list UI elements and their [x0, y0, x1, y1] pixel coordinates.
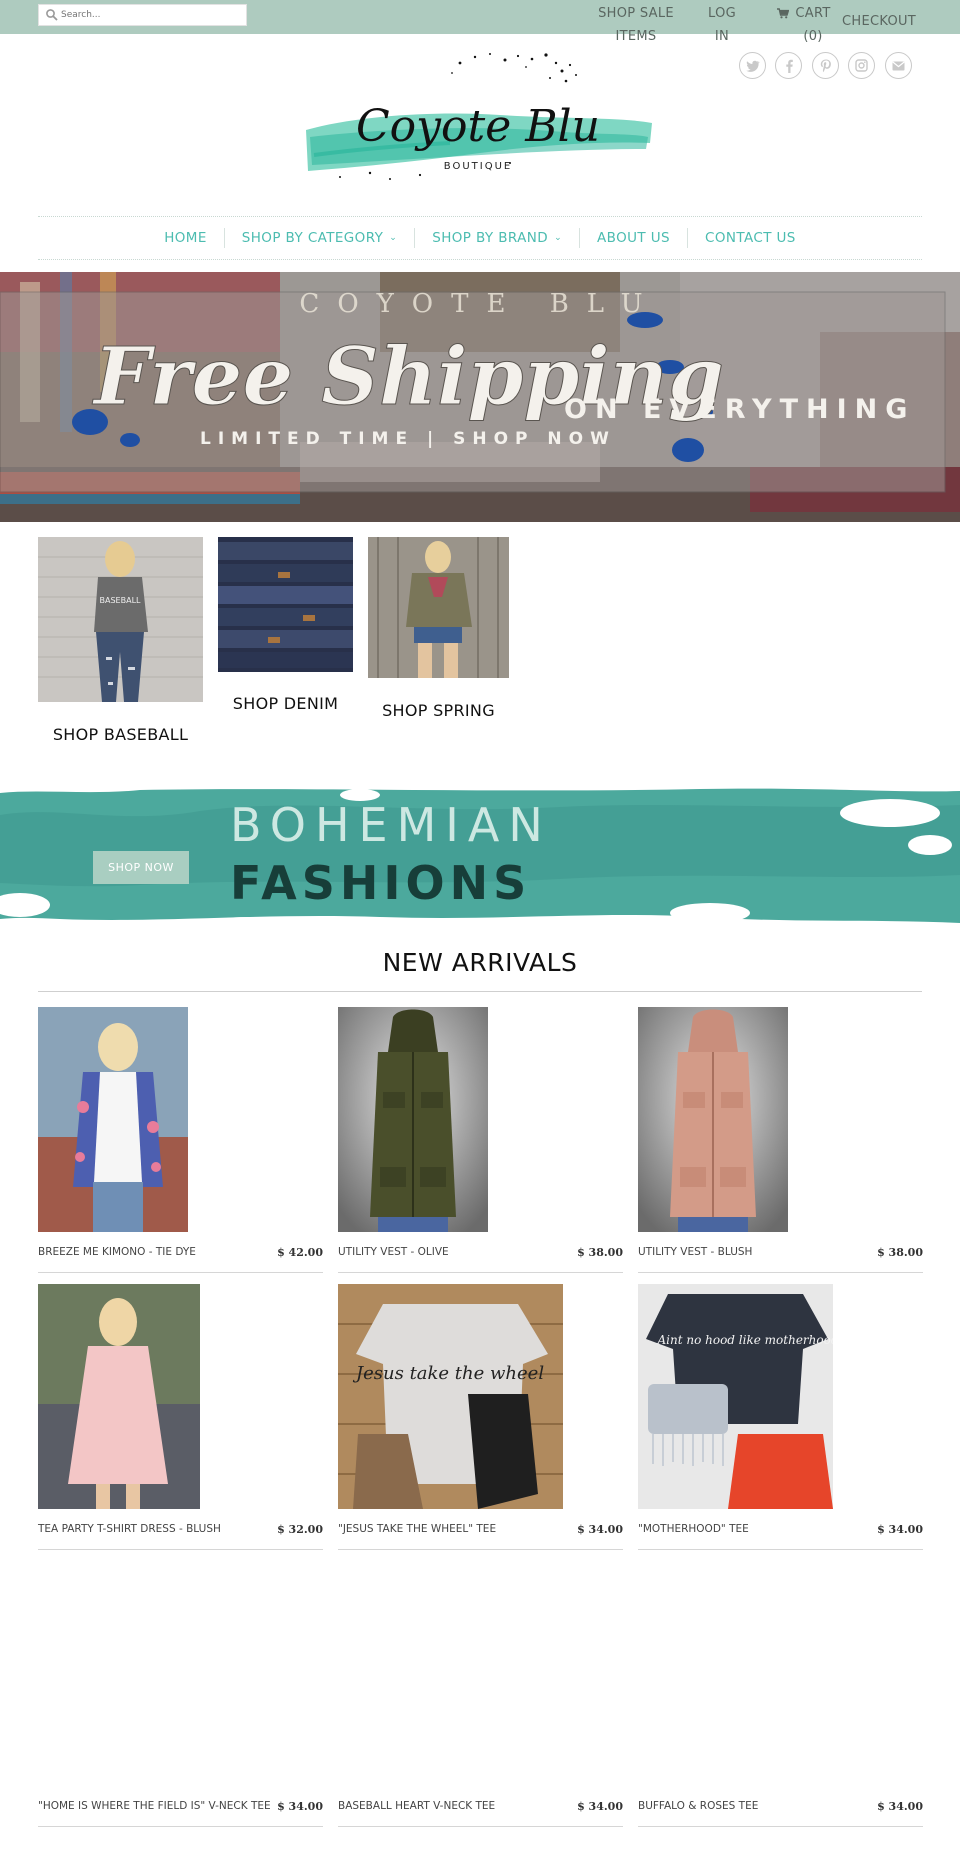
login-line2: IN [714, 29, 730, 44]
checkout-label: CHECKOUT [842, 14, 917, 29]
email-icon[interactable] [885, 52, 912, 79]
logo-brand-text: Coyote Blu [356, 101, 600, 152]
nav-contact-us[interactable]: CONTACT US [688, 230, 813, 246]
checkout-link[interactable]: CHECKOUT [842, 10, 916, 33]
shop-sale-line1: SHOP SALE [598, 6, 674, 21]
nav-about-us[interactable]: ABOUT US [580, 230, 687, 246]
hero-tagline: ON EVERYTHING [564, 394, 915, 425]
product-divider [638, 1549, 923, 1550]
product-name[interactable]: UTILITY VEST - OLIVE [338, 1246, 449, 1258]
product-price: $ 34.00 [877, 1800, 923, 1813]
new-arrivals-divider [38, 991, 922, 992]
product-image[interactable] [38, 1007, 188, 1232]
top-bar: SHOP SALE ITEMS LOG IN CART (0) CHECKOUT [0, 0, 960, 44]
nav-about-us-label: ABOUT US [597, 230, 671, 246]
site-logo[interactable]: Coyote Blu BOUTIQUE [300, 45, 660, 195]
boho-line2: FASHIONS [230, 856, 531, 910]
hero-sign-text: COYOTE BLU [299, 289, 660, 319]
product-image[interactable]: Aint no hood like motherhood [638, 1284, 833, 1509]
product-name[interactable]: "MOTHERHOOD" TEE [638, 1523, 749, 1535]
product-name[interactable]: BREEZE ME KIMONO - TIE DYE [38, 1246, 196, 1258]
product-price: $ 34.00 [877, 1523, 923, 1536]
shop-sale-items-link[interactable]: SHOP SALE ITEMS [596, 2, 676, 48]
search-icon [46, 9, 58, 21]
nav-contact-us-label: CONTACT US [705, 230, 796, 246]
product-price: $ 34.00 [277, 1800, 323, 1813]
product-divider [38, 1549, 323, 1550]
pinterest-icon[interactable] [812, 52, 839, 79]
nav-shop-by-category-label: SHOP BY CATEGORY [241, 230, 384, 246]
boho-line1: BOHEMIAN [230, 798, 552, 852]
hero-subline: LIMITED TIME | SHOP NOW [200, 429, 616, 449]
logo-sub-text: BOUTIQUE [444, 161, 512, 172]
product-name[interactable]: TEA PARTY T-SHIRT DRESS - BLUSH [38, 1523, 221, 1535]
cart-label: CART [795, 6, 831, 21]
product-image[interactable]: Jesus take the wheel [338, 1284, 563, 1509]
category-spring[interactable] [368, 537, 509, 682]
product-image[interactable] [338, 1007, 488, 1232]
product-price: $ 34.00 [577, 1800, 623, 1813]
cart-icon [777, 8, 790, 19]
cart-count: (0) [803, 29, 823, 44]
nav-shop-by-category[interactable]: SHOP BY CATEGORY ⌄ [225, 230, 414, 246]
facebook-icon[interactable] [775, 52, 802, 79]
svg-text:BASEBALL: BASEBALL [100, 596, 142, 605]
product-price: $ 34.00 [577, 1523, 623, 1536]
product-price: $ 32.00 [277, 1523, 323, 1536]
nav-shop-by-brand-label: SHOP BY BRAND [432, 230, 549, 246]
product-divider [38, 1272, 323, 1273]
product-price: $ 38.00 [577, 1246, 623, 1259]
product-divider [638, 1272, 923, 1273]
category-baseball-image: BASEBALL [38, 537, 203, 702]
main-nav: HOME SHOP BY CATEGORY ⌄ SHOP BY BRAND ⌄ … [0, 218, 960, 258]
cart-link[interactable]: CART (0) [774, 2, 834, 48]
product-price: $ 38.00 [877, 1246, 923, 1259]
product-divider [338, 1272, 623, 1273]
chevron-down-icon: ⌄ [554, 233, 563, 243]
boho-shop-now-button[interactable]: SHOP NOW [93, 851, 189, 884]
product-name[interactable]: "HOME IS WHERE THE FIELD IS" V-NECK TEE [38, 1800, 271, 1812]
shirt-print-text: Aint no hood like motherhood [656, 1333, 833, 1347]
product-divider [38, 1826, 323, 1827]
category-baseball-label[interactable]: SHOP BASEBALL [38, 725, 203, 744]
product-image[interactable] [638, 1007, 788, 1232]
category-baseball[interactable]: BASEBALL [38, 537, 203, 706]
category-denim-label[interactable]: SHOP DENIM [218, 694, 353, 713]
login-line1: LOG [708, 6, 736, 21]
product-divider [338, 1549, 623, 1550]
nav-home[interactable]: HOME [147, 230, 224, 246]
new-arrivals-title: NEW ARRIVALS [382, 948, 578, 977]
search-box[interactable] [38, 4, 247, 26]
product-name[interactable]: "JESUS TAKE THE WHEEL" TEE [338, 1523, 496, 1535]
product-name[interactable]: BASEBALL HEART V-NECK TEE [338, 1800, 495, 1812]
login-link[interactable]: LOG IN [700, 2, 744, 48]
product-name[interactable]: UTILITY VEST - BLUSH [638, 1246, 752, 1258]
category-spring-label[interactable]: SHOP SPRING [368, 701, 509, 720]
nav-top-divider [38, 216, 922, 217]
product-price: $ 42.00 [277, 1246, 323, 1259]
category-spring-image [368, 537, 509, 678]
instagram-icon[interactable] [848, 52, 875, 79]
category-denim-image [218, 537, 353, 672]
product-image[interactable] [38, 1284, 200, 1509]
hero-banner[interactable]: COYOTE BLU Free Shipping ON EVERYTHING L… [0, 272, 960, 522]
product-divider [638, 1826, 923, 1827]
category-denim[interactable] [218, 537, 353, 676]
product-name[interactable]: BUFFALO & ROSES TEE [638, 1800, 758, 1812]
nav-bottom-divider [38, 259, 922, 260]
chevron-down-icon: ⌄ [389, 233, 398, 243]
shirt-print-text: Jesus take the wheel [352, 1363, 544, 1384]
product-divider [338, 1826, 623, 1827]
search-input[interactable] [61, 7, 241, 23]
nav-home-label: HOME [164, 230, 207, 246]
nav-shop-by-brand[interactable]: SHOP BY BRAND ⌄ [415, 230, 579, 246]
twitter-icon[interactable] [739, 52, 766, 79]
